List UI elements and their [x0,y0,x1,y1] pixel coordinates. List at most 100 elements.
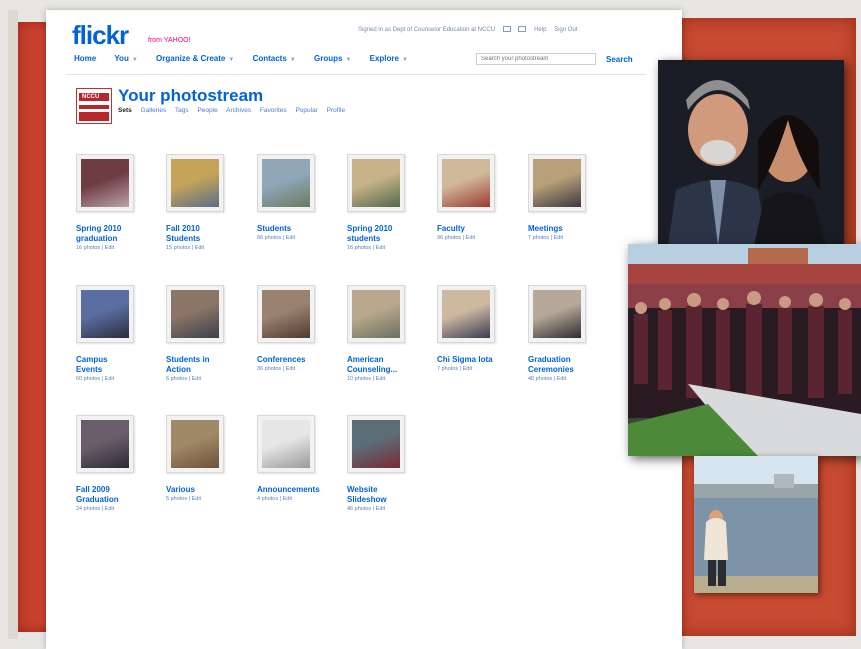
set-thumbnail-frame[interactable] [166,154,224,212]
set-title-link[interactable]: Students in Action [166,355,238,375]
chevron-down-icon: ▼ [401,57,408,63]
chevron-down-icon: ▼ [289,57,296,63]
set-thumbnail-frame[interactable] [166,285,224,343]
logo-yahoo-tag: from YAHOO! [148,37,191,44]
set-thumbnail[interactable] [262,290,310,338]
photo-set-tile[interactable]: Spring 2010 students 16 photos | Edit [347,154,427,251]
set-thumbnail-frame[interactable] [528,154,586,212]
set-thumbnail[interactable] [262,420,310,468]
set-thumbnail[interactable] [171,159,219,207]
set-title-link[interactable]: Fall 2010 Students [166,224,238,244]
set-thumbnail-frame[interactable] [166,415,224,473]
photo-set-tile[interactable]: Graduation Ceremonies 48 photos | Edit [528,285,608,382]
set-title-link[interactable]: Various [166,485,238,495]
flickr-page: flickr from YAHOO! Signed in as Dept of … [46,10,682,649]
photo-set-tile[interactable]: Chi Sigma Iota 7 photos | Edit [437,285,517,372]
set-thumbnail-frame[interactable] [76,285,134,343]
photo-set-tile[interactable]: Website Slideshow 46 photos | Edit [347,415,427,512]
set-thumbnail[interactable] [171,420,219,468]
set-thumbnail[interactable] [171,290,219,338]
photo-set-tile[interactable]: Fall 2009 Graduation 24 photos | Edit [76,415,156,512]
nav-contacts[interactable]: Contacts ▼ [253,54,296,63]
tab-archives[interactable]: Archives [226,107,251,114]
photo-set-tile[interactable]: Faculty 96 photos | Edit [437,154,517,241]
tab-favorites[interactable]: Favorites [260,107,287,114]
buddy-icon[interactable]: NCCU [76,88,112,124]
set-thumbnail-frame[interactable] [528,285,586,343]
set-meta: 36 photos | Edit [257,366,296,372]
sign-out-link[interactable]: Sign Out [554,27,577,33]
set-thumbnail-frame[interactable] [347,285,405,343]
set-title-link[interactable]: American Counseling... [347,355,419,375]
set-thumbnail[interactable] [81,420,129,468]
set-thumbnail-frame[interactable] [437,154,495,212]
chevron-down-icon: ▼ [131,57,138,63]
set-meta: 48 photos | Edit [528,376,567,382]
set-thumbnail-frame[interactable] [76,415,134,473]
nav-groups[interactable]: Groups ▼ [314,54,351,63]
lake-photo-drawing [694,456,818,593]
notification-icon[interactable] [518,26,527,32]
photo-set-tile[interactable]: Various 5 photos | Edit [166,415,246,502]
set-title-link[interactable]: Students [257,224,329,234]
set-title-link[interactable]: Announcements [257,485,329,495]
set-thumbnail-frame[interactable] [257,285,315,343]
set-thumbnail-frame[interactable] [347,154,405,212]
set-meta: 6 photos | Edit [166,376,202,382]
set-thumbnail[interactable] [352,159,400,207]
set-title-link[interactable]: Chi Sigma Iota [437,355,509,365]
set-title-link[interactable]: Faculty [437,224,509,234]
photo-set-tile[interactable]: American Counseling... 10 photos | Edit [347,285,427,382]
set-title-link[interactable]: Spring 2010 graduation [76,224,148,244]
set-title-link[interactable]: Meetings [528,224,600,234]
set-title-link[interactable]: Fall 2009 Graduation [76,485,148,505]
search-button[interactable]: Search [606,55,633,64]
set-thumbnail[interactable] [262,159,310,207]
set-thumbnail-frame[interactable] [347,415,405,473]
tab-profile[interactable]: Profile [327,107,345,114]
set-thumbnail[interactable] [533,290,581,338]
portrait-photo [658,60,844,246]
photo-set-tile[interactable]: Meetings 7 photos | Edit [528,154,608,241]
help-link[interactable]: Help [534,27,546,33]
tab-galleries[interactable]: Galleries [141,107,167,114]
lake-photo [694,456,818,593]
set-title-link[interactable]: Conferences [257,355,329,365]
tab-popular[interactable]: Popular [295,107,317,114]
mail-icon[interactable] [502,26,511,32]
tab-tags[interactable]: Tags [175,107,189,114]
set-thumbnail-frame[interactable] [257,415,315,473]
set-thumbnail[interactable] [352,290,400,338]
photo-set-tile[interactable]: Students 66 photos | Edit [257,154,337,241]
photo-set-tile[interactable]: Students in Action 6 photos | Edit [166,285,246,382]
set-thumbnail[interactable] [352,420,400,468]
photo-set-tile[interactable]: Campus Events 60 photos | Edit [76,285,156,382]
tab-people[interactable]: People [197,107,217,114]
signed-in-text: Signed in as Dept of Counselor Education… [358,26,496,33]
photo-set-tile[interactable]: Spring 2010 graduation 16 photos | Edit [76,154,156,251]
set-thumbnail-frame[interactable] [76,154,134,212]
nav-organize-create[interactable]: Organize & Create ▼ [156,54,234,63]
set-title-link[interactable]: Campus Events [76,355,148,375]
set-title-link[interactable]: Spring 2010 students [347,224,419,244]
flickr-logo[interactable]: flickr [72,20,129,51]
tab-sets[interactable]: Sets [118,107,132,114]
set-thumbnail[interactable] [81,290,129,338]
set-thumbnail[interactable] [533,159,581,207]
photo-set-tile[interactable]: Announcements 4 photos | Edit [257,415,337,502]
graduation-ceremony-photo [628,244,861,456]
search-input[interactable] [476,53,596,65]
set-title-link[interactable]: Graduation Ceremonies [528,355,600,375]
set-thumbnail-frame[interactable] [257,154,315,212]
nav-explore[interactable]: Explore ▼ [370,54,408,63]
nav-you[interactable]: You ▼ [114,54,137,63]
photo-set-tile[interactable]: Fall 2010 Students 15 photos | Edit [166,154,246,251]
set-thumbnail[interactable] [442,290,490,338]
set-thumbnail[interactable] [81,159,129,207]
set-title-link[interactable]: Website Slideshow [347,485,419,505]
nav-home[interactable]: Home [74,54,96,63]
photo-set-tile[interactable]: Conferences 36 photos | Edit [257,285,337,372]
set-thumbnail-frame[interactable] [437,285,495,343]
buddy-icon-text: NCCU [82,94,100,100]
set-thumbnail[interactable] [442,159,490,207]
